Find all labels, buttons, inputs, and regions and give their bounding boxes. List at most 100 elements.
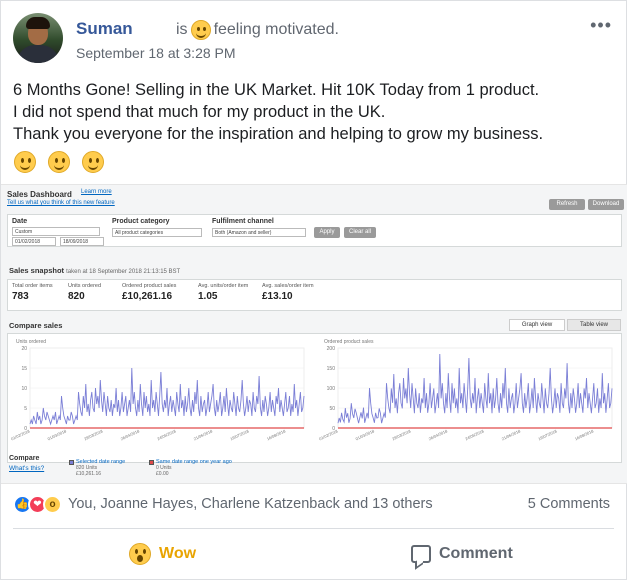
x-tick-label: 26/04/2018 (428, 428, 449, 441)
x-tick-label: 16/08/2018 (574, 428, 595, 441)
whats-this-link: What's this? (9, 465, 45, 472)
date-label: Date (12, 218, 28, 225)
smile-emoji-icon (190, 20, 211, 40)
x-tick-label: 01/03/2018 (47, 428, 68, 441)
legend-selected-sales: £10,261.16 (76, 471, 102, 477)
x-tick-label: 01/02/2018 (318, 428, 339, 441)
emoji-row (14, 151, 104, 173)
wow-label: Wow (159, 545, 197, 562)
filters-panel: Date Custom 01/02/2018 18/09/2018 Produc… (7, 214, 622, 247)
graph-view-button: Graph view (509, 319, 565, 331)
fulfilment-select: Both (Amazon and seller) (212, 228, 306, 237)
x-tick-label: 01/03/2018 (355, 428, 376, 441)
post-image-sales-dashboard[interactable]: Sales Dashboard Learn more Tell us what … (1, 184, 627, 484)
smile-emoji-icon (82, 151, 104, 173)
smile-emoji-icon (14, 151, 36, 173)
refresh-button: Refresh (549, 199, 585, 210)
x-tick-label: 19/07/2018 (537, 428, 558, 441)
metric-label: Total order items (12, 283, 53, 289)
x-tick-label: 16/08/2018 (266, 428, 287, 441)
compare-sales-title: Compare sales (9, 321, 63, 330)
comment-icon (411, 545, 431, 563)
reactions-summary: 👍 ❤ o You, Joanne Hayes, Charlene Katzen… (13, 493, 610, 515)
learn-more-link: Learn more (81, 189, 112, 195)
date-from: 01/02/2018 (12, 237, 56, 246)
metric-total-order-items: Total order items 783 (12, 283, 53, 302)
x-tick-label: 29/03/2018 (83, 428, 104, 441)
metric-avg-units: Avg. units/order item 1.05 (198, 283, 248, 302)
category-select: All product categories (112, 228, 202, 237)
clear-all-button: Clear all (344, 227, 376, 238)
post-line: I did not spend that much for my product… (13, 103, 386, 121)
post-card: Suman is feeling motivated. September 18… (0, 0, 627, 580)
y-axis-label: Ordered product sales (324, 339, 374, 345)
y-tick-label: 150 (327, 366, 336, 372)
post-body: 6 Months Gone! Selling in the UK Market.… (13, 79, 613, 145)
x-tick-label: 01/02/2018 (10, 428, 31, 441)
more-options-icon[interactable]: ••• (590, 15, 612, 36)
x-tick-label: 26/04/2018 (120, 428, 141, 441)
reaction-icons[interactable]: 👍 ❤ o (13, 494, 62, 514)
legend-last-year: Same date range one year ago 0 Units £0.… (149, 459, 232, 477)
compare-footer-title: Compare (9, 455, 40, 462)
y-tick-label: 10 (21, 386, 27, 392)
metric-value: £10,261.16 (122, 291, 173, 302)
snapshot-metrics: Total order items 783 Units ordered 820 … (7, 279, 622, 311)
metric-label: Ordered product sales (122, 283, 177, 289)
smile-emoji-icon (48, 151, 70, 173)
fulfilment-label: Fulfilment channel (212, 218, 274, 225)
wow-icon: o (43, 494, 62, 514)
dashboard-title: Sales Dashboard (7, 190, 72, 199)
units-ordered-chart: Units ordered0510152001/02/2018 01/03/201… (10, 339, 305, 441)
metric-label: Avg. units/order item (198, 283, 249, 289)
y-tick-label: 50 (329, 406, 335, 412)
comment-button[interactable]: Comment (411, 539, 513, 569)
post-line: Thank you everyone for the inspiration a… (13, 125, 544, 143)
x-tick-label: 24/05/2018 (464, 428, 485, 441)
wow-reaction-button[interactable]: Wow (129, 539, 196, 569)
metric-value: 820 (68, 291, 85, 302)
author-avatar[interactable] (13, 13, 63, 63)
status-prefix: is (176, 21, 188, 38)
metric-value: 783 (12, 291, 29, 302)
metric-value: £13.10 (262, 291, 293, 302)
legend-selected: Selected date range 820 Units £10,261.16 (69, 459, 125, 477)
metric-units-ordered: Units ordered 820 (68, 283, 101, 302)
legend-last-year-swatch (149, 460, 154, 465)
divider (13, 528, 614, 529)
feedback-link: Tell us what you think of this new featu… (7, 200, 115, 206)
metric-value: 1.05 (198, 291, 218, 302)
wow-icon (129, 543, 151, 565)
comments-count[interactable]: 5 Comments (528, 496, 610, 512)
metric-label: Units ordered (68, 283, 102, 289)
post-line: 6 Months Gone! Selling in the UK Market.… (13, 81, 540, 99)
snapshot-taken: taken at 18 September 2018 21:13:15 BST (66, 269, 181, 275)
x-tick-label: 21/06/2018 (501, 428, 522, 441)
metric-avg-sales: Avg. sales/order item £13.10 (262, 283, 314, 302)
y-tick-label: 100 (327, 386, 336, 392)
feeling-status: is feeling motivated. (176, 20, 339, 40)
compare-charts: Units ordered 0 5 10 15 20 01/02/2018 01/03/201… (7, 333, 622, 463)
legend-selected-swatch (69, 460, 74, 465)
download-button: Download (588, 199, 624, 210)
x-tick-label: 24/05/2018 (156, 428, 177, 441)
status-text: feeling motivated. (213, 21, 339, 38)
table-view-button: Table view (567, 319, 621, 331)
reactor-names[interactable]: You, Joanne Hayes, Charlene Katzenback a… (68, 496, 433, 512)
metric-label: Avg. sales/order item (262, 283, 314, 289)
category-label: Product category (112, 218, 170, 225)
x-tick-label: 29/03/2018 (391, 428, 412, 441)
x-tick-label: 21/06/2018 (193, 428, 214, 441)
y-tick-label: 15 (21, 366, 27, 372)
comment-label: Comment (439, 545, 513, 562)
ordered-product-sales-chart: Ordered product sales05010015020001/02/2… (318, 339, 613, 441)
apply-button: Apply (314, 227, 340, 238)
legend-last-year-sales: £0.00 (156, 471, 169, 477)
y-tick-label: 200 (327, 346, 336, 352)
author-name[interactable]: Suman (76, 19, 133, 39)
y-tick-label: 5 (24, 406, 27, 412)
post-timestamp[interactable]: September 18 at 3:28 PM (76, 45, 236, 61)
date-select: Custom (12, 227, 100, 236)
y-tick-label: 20 (21, 346, 27, 352)
metric-ordered-product-sales: Ordered product sales £10,261.16 (122, 283, 176, 302)
